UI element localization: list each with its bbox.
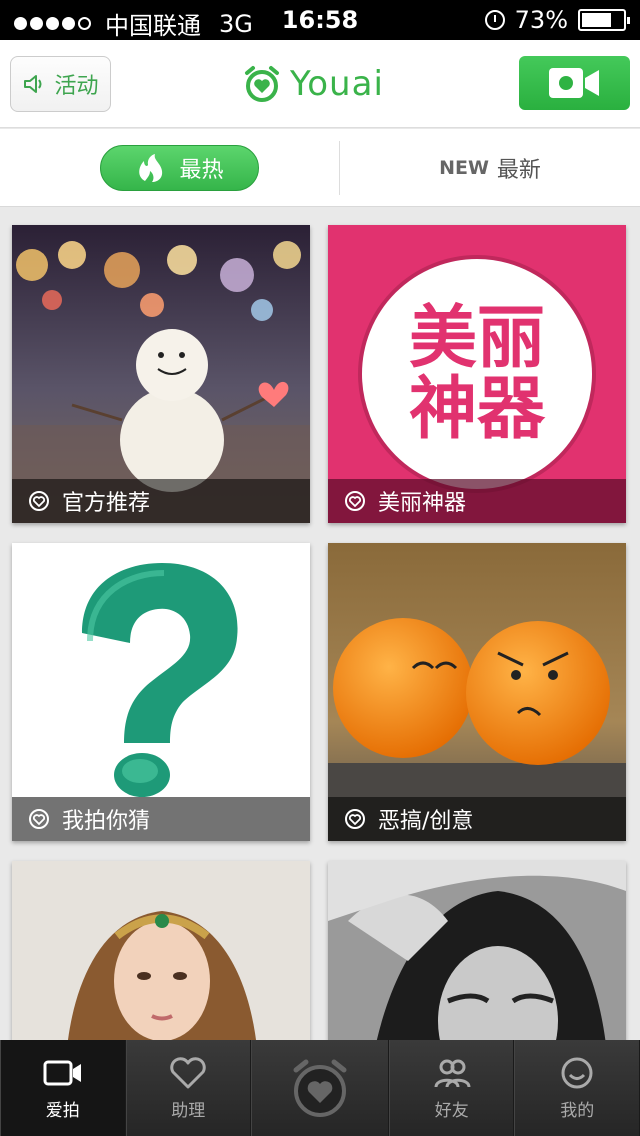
tabbar-label: 好友 — [434, 1100, 469, 1121]
app-header: 活动 Youai — [0, 40, 640, 128]
tabbar-item-assistant[interactable]: 助理 — [125, 1040, 252, 1136]
tabbar-item-me[interactable]: 我的 — [514, 1040, 640, 1136]
new-tag: NEW — [439, 157, 489, 179]
card-caption-text: 美丽神器 — [378, 491, 467, 516]
logo-text: Youai — [290, 64, 384, 104]
card-caption-text: 恶搞/创意 — [378, 809, 474, 834]
activity-label: 活动 — [54, 74, 99, 99]
category-card[interactable]: 官方推荐 — [12, 225, 310, 523]
tabbar-item-friends[interactable]: 好友 — [388, 1040, 515, 1136]
card-caption-text: 官方推荐 — [62, 491, 151, 516]
category-grid: 官方推荐 美丽 神器 美丽神器 我拍你猜 恶搞/创意 — [0, 208, 640, 1040]
activity-button[interactable]: 活动 — [10, 56, 111, 112]
tabbar-label: 助理 — [171, 1100, 206, 1121]
heart-badge-icon — [345, 809, 365, 829]
battery-icon — [578, 9, 630, 31]
tab-new-label: 最新 — [496, 158, 541, 183]
tabbar-item-aipai[interactable]: 爱拍 — [0, 1040, 126, 1136]
category-card[interactable]: 美丽 神器 美丽神器 — [328, 225, 626, 523]
alarm-icon — [484, 10, 505, 30]
speaker-icon — [24, 75, 42, 93]
friends-icon — [434, 1059, 471, 1087]
alarm-clock-heart-icon — [293, 1059, 347, 1117]
app-logo: Youai — [242, 64, 384, 104]
category-card[interactable] — [328, 861, 626, 1040]
sort-tabs: 最热 NEW 最新 — [0, 129, 640, 207]
tab-hot-label: 最热 — [179, 158, 224, 183]
man-portrait-photo — [328, 861, 626, 1040]
badge-text-bottom: 神器 — [408, 370, 545, 449]
badge-text-top: 美丽 — [408, 298, 545, 378]
video-camera-icon — [43, 1060, 81, 1085]
card-caption: 恶搞/创意 — [328, 797, 626, 841]
category-card[interactable]: 恶搞/创意 — [328, 543, 626, 841]
card-caption-text: 我拍你猜 — [62, 809, 151, 834]
tab-new[interactable]: NEW 最新 — [340, 129, 640, 207]
tab-hot[interactable]: 最热 — [100, 145, 259, 191]
card-caption: 我拍你猜 — [12, 797, 310, 841]
battery-percent: 73% — [514, 6, 568, 34]
heart-badge-icon — [29, 809, 49, 829]
tabbar-label: 我的 — [560, 1100, 595, 1121]
card-caption: 官方推荐 — [12, 479, 310, 523]
heart-badge-icon — [345, 491, 365, 511]
flame-icon — [139, 154, 163, 182]
video-camera-icon — [548, 68, 599, 98]
status-right: 73% — [484, 6, 630, 34]
alarm-heart-logo-icon — [245, 66, 279, 102]
heart-icon — [170, 1056, 207, 1088]
category-card[interactable]: 我拍你猜 — [12, 543, 310, 841]
tabbar-label: 爱拍 — [45, 1100, 80, 1121]
tabbar-item-alarm[interactable] — [251, 1040, 389, 1136]
woman-portrait-photo — [12, 861, 310, 1040]
smile-icon — [561, 1057, 593, 1088]
card-caption: 美丽神器 — [328, 479, 626, 523]
bottom-tab-bar: 爱拍 助理 好友 我的 — [0, 1040, 640, 1136]
heart-badge-icon — [29, 491, 49, 511]
status-bar: 中国联通 3G 16:58 73% — [0, 0, 640, 40]
record-video-button[interactable] — [519, 56, 630, 110]
category-card[interactable] — [12, 861, 310, 1040]
